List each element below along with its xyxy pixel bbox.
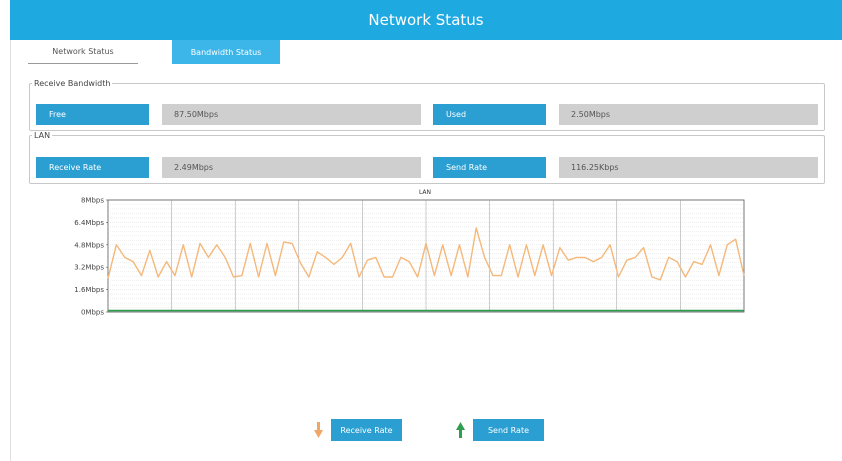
tab-network-status[interactable]: Network Status <box>28 40 138 64</box>
send-rate-button[interactable]: Send Rate <box>473 419 544 441</box>
legend-send-rate[interactable]: Send Rate <box>456 419 544 441</box>
receive-rate-button[interactable]: Receive Rate <box>331 419 402 441</box>
tab-bandwidth-status[interactable]: Bandwidth Status <box>172 40 280 64</box>
free-value: 87.50Mbps <box>162 104 421 125</box>
receive-bandwidth-legend: Receive Bandwidth <box>34 79 111 88</box>
send-rate-value: 116.25Kbps <box>559 157 818 178</box>
legend-receive-rate[interactable]: Receive Rate <box>314 419 402 441</box>
chart-title: LAN <box>419 189 431 196</box>
y-tick-label: 8Mbps <box>81 197 104 205</box>
lan-chart: LAN 8Mbps 6.4Mbps 4.8Mbps 3.2Mbps 1.6Mbps 0Mb… <box>30 186 750 322</box>
send-rate-label: Send Rate <box>433 157 546 178</box>
lan-chart-svg: LAN 8Mbps 6.4Mbps 4.8Mbps 3.2Mbps 1.6Mbps 0Mb… <box>74 189 745 317</box>
receive-rate-value: 2.49Mbps <box>162 157 421 178</box>
y-tick-label: 1.6Mbps <box>74 286 104 294</box>
window-title: Network Status <box>10 0 842 40</box>
receive-rate-label: Receive Rate <box>36 157 149 178</box>
y-tick-label: 0Mbps <box>81 309 104 317</box>
y-tick-label: 3.2Mbps <box>74 264 104 272</box>
y-tick-label: 4.8Mbps <box>74 241 104 249</box>
lan-legend: LAN <box>34 131 51 140</box>
used-value: 2.50Mbps <box>559 104 818 125</box>
arrow-up-icon <box>456 422 465 438</box>
used-label: Used <box>433 104 546 125</box>
free-label: Free <box>36 104 149 125</box>
y-tick-label: 6.4Mbps <box>74 219 104 227</box>
arrow-down-icon <box>314 422 323 438</box>
